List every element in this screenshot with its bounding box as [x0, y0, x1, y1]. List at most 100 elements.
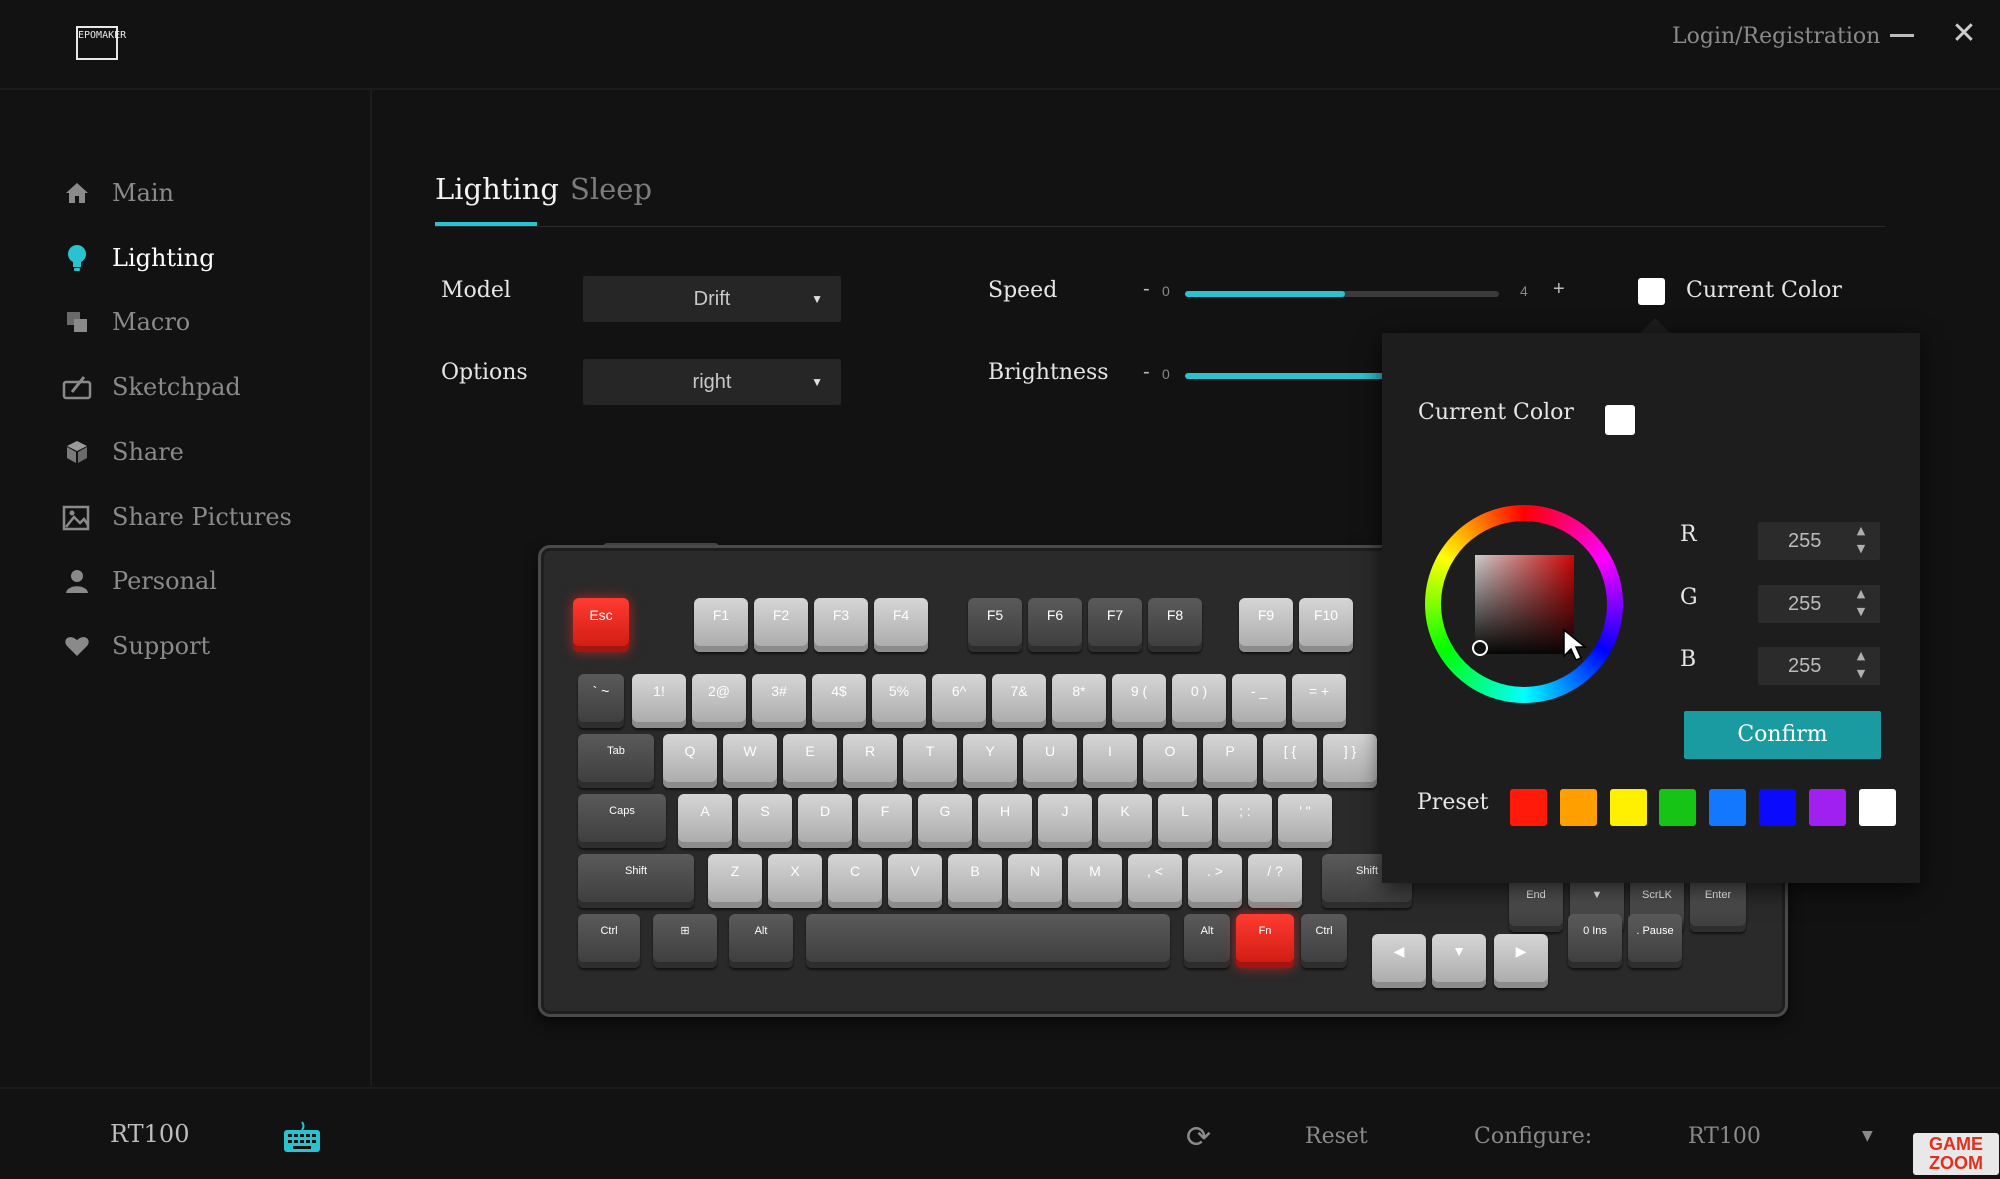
- refresh-icon[interactable]: ⟳: [1186, 1120, 1211, 1155]
- sidebar-item-lighting[interactable]: Lighting: [62, 236, 215, 280]
- keyboard-key[interactable]: Tab: [578, 734, 654, 788]
- keyboard-key[interactable]: 2@: [692, 674, 746, 728]
- keyboard-key[interactable]: L: [1158, 794, 1212, 848]
- keyboard-key[interactable]: R: [843, 734, 897, 788]
- keyboard-key[interactable]: / ?: [1248, 854, 1302, 908]
- keyboard-key[interactable]: Ctrl: [578, 914, 640, 968]
- minimize-icon[interactable]: [1890, 22, 1916, 42]
- keyboard-key[interactable]: Fn: [1236, 914, 1294, 968]
- keyboard-key[interactable]: M: [1068, 854, 1122, 908]
- keyboard-key[interactable]: H: [978, 794, 1032, 848]
- preset-color-swatch[interactable]: [1510, 789, 1547, 826]
- speed-increase-button[interactable]: +: [1553, 278, 1565, 301]
- sidebar-item-share-pictures[interactable]: Share Pictures: [62, 495, 292, 539]
- keyboard-key[interactable]: Ctrl: [1301, 914, 1347, 968]
- keyboard-key[interactable]: Alt: [1184, 914, 1230, 968]
- keyboard-key[interactable]: , <: [1128, 854, 1182, 908]
- sidebar-item-main[interactable]: Main: [62, 171, 174, 215]
- preset-color-swatch[interactable]: [1759, 789, 1796, 826]
- keyboard-key[interactable]: Esc: [573, 598, 629, 652]
- keyboard-key[interactable]: Caps: [578, 794, 666, 848]
- keyboard-key[interactable]: Alt: [729, 914, 793, 968]
- sidebar-item-sketchpad[interactable]: Sketchpad: [62, 365, 241, 409]
- keyboard-device-icon[interactable]: [283, 1120, 321, 1154]
- confirm-button[interactable]: Confirm: [1684, 711, 1881, 759]
- keyboard-key[interactable]: 1!: [632, 674, 686, 728]
- keyboard-key[interactable]: [ {: [1263, 734, 1317, 788]
- keyboard-key[interactable]: ] }: [1323, 734, 1377, 788]
- keyboard-key[interactable]: ▶: [1494, 934, 1548, 988]
- brightness-decrease-button[interactable]: -: [1143, 361, 1150, 384]
- sidebar-item-macro[interactable]: Macro: [62, 300, 190, 344]
- close-icon[interactable]: ✕: [1950, 19, 1978, 49]
- current-color-swatch[interactable]: [1638, 278, 1665, 305]
- speed-slider[interactable]: [1185, 291, 1499, 297]
- tab-sleep[interactable]: Sleep: [570, 172, 652, 206]
- configure-select[interactable]: RT100: [1688, 1124, 1761, 1149]
- sidebar-item-support[interactable]: Support: [62, 624, 210, 668]
- keyboard-key[interactable]: F10: [1299, 598, 1353, 652]
- keyboard-key[interactable]: D: [798, 794, 852, 848]
- preset-color-swatch[interactable]: [1709, 789, 1747, 826]
- keyboard-key[interactable]: ` ~: [578, 674, 624, 728]
- preset-color-swatch[interactable]: [1609, 789, 1647, 826]
- keyboard-key[interactable]: ' ": [1278, 794, 1332, 848]
- keyboard-key[interactable]: F2: [754, 598, 808, 652]
- brightness-slider[interactable]: [1185, 373, 1385, 379]
- keyboard-key[interactable]: End: [1509, 878, 1563, 932]
- keyboard-key[interactable]: O: [1143, 734, 1197, 788]
- keyboard-key[interactable]: A: [678, 794, 732, 848]
- g-stepper-down-icon[interactable]: ▼: [1852, 605, 1870, 619]
- keyboard-key[interactable]: V: [888, 854, 942, 908]
- keyboard-key[interactable]: 8*: [1052, 674, 1106, 728]
- chevron-down-icon[interactable]: ▼: [1862, 1128, 1873, 1144]
- keyboard-key[interactable]: F9: [1239, 598, 1293, 652]
- keyboard-key[interactable]: F3: [814, 598, 868, 652]
- keyboard-key[interactable]: F7: [1088, 598, 1142, 652]
- keyboard-key[interactable]: Shift: [578, 854, 694, 908]
- r-stepper-down-icon[interactable]: ▼: [1852, 542, 1870, 556]
- keyboard-key[interactable]: F1: [694, 598, 748, 652]
- preset-color-swatch[interactable]: [1659, 789, 1697, 826]
- keyboard-key[interactable]: E: [783, 734, 837, 788]
- options-select[interactable]: right ▼: [583, 359, 841, 405]
- keyboard-key[interactable]: . >: [1188, 854, 1242, 908]
- keyboard-key[interactable]: Q: [663, 734, 717, 788]
- keyboard-key[interactable]: = +: [1292, 674, 1346, 728]
- preset-color-swatch[interactable]: [1858, 789, 1896, 826]
- keyboard-key[interactable]: Z: [708, 854, 762, 908]
- r-stepper-up-icon[interactable]: ▲: [1852, 524, 1870, 538]
- keyboard-key[interactable]: Enter: [1690, 878, 1746, 932]
- reset-button[interactable]: Reset: [1305, 1124, 1368, 1149]
- b-stepper-up-icon[interactable]: ▲: [1852, 649, 1870, 663]
- keyboard-key[interactable]: ▼: [1432, 934, 1486, 988]
- keyboard-key[interactable]: B: [948, 854, 1002, 908]
- g-stepper-up-icon[interactable]: ▲: [1852, 587, 1870, 601]
- keyboard-key[interactable]: F8: [1148, 598, 1202, 652]
- keyboard-key[interactable]: [806, 914, 1170, 968]
- keyboard-key[interactable]: 6^: [932, 674, 986, 728]
- keyboard-key[interactable]: T: [903, 734, 957, 788]
- keyboard-key[interactable]: Y: [963, 734, 1017, 788]
- keyboard-key[interactable]: F6: [1028, 598, 1082, 652]
- keyboard-key[interactable]: 3#: [752, 674, 806, 728]
- sidebar-item-share[interactable]: Share: [62, 430, 184, 474]
- keyboard-key[interactable]: K: [1098, 794, 1152, 848]
- keyboard-key[interactable]: ◀: [1372, 934, 1426, 988]
- keyboard-key[interactable]: J: [1038, 794, 1092, 848]
- preset-color-swatch[interactable]: [1559, 789, 1597, 826]
- keyboard-key[interactable]: U: [1023, 734, 1077, 788]
- keyboard-key[interactable]: W: [723, 734, 777, 788]
- keyboard-key[interactable]: 9 (: [1112, 674, 1166, 728]
- keyboard-key[interactable]: 0 Ins: [1568, 914, 1622, 968]
- keyboard-key[interactable]: 7&: [992, 674, 1046, 728]
- preset-color-swatch[interactable]: [1808, 789, 1846, 826]
- keyboard-key[interactable]: . Pause: [1628, 914, 1682, 968]
- keyboard-key[interactable]: I: [1083, 734, 1137, 788]
- keyboard-key[interactable]: P: [1203, 734, 1257, 788]
- model-select[interactable]: Drift ▼: [583, 276, 841, 322]
- tab-lighting[interactable]: Lighting: [435, 172, 559, 206]
- speed-decrease-button[interactable]: -: [1143, 278, 1150, 301]
- keyboard-key[interactable]: ; :: [1218, 794, 1272, 848]
- saturation-selector-handle[interactable]: [1472, 640, 1488, 656]
